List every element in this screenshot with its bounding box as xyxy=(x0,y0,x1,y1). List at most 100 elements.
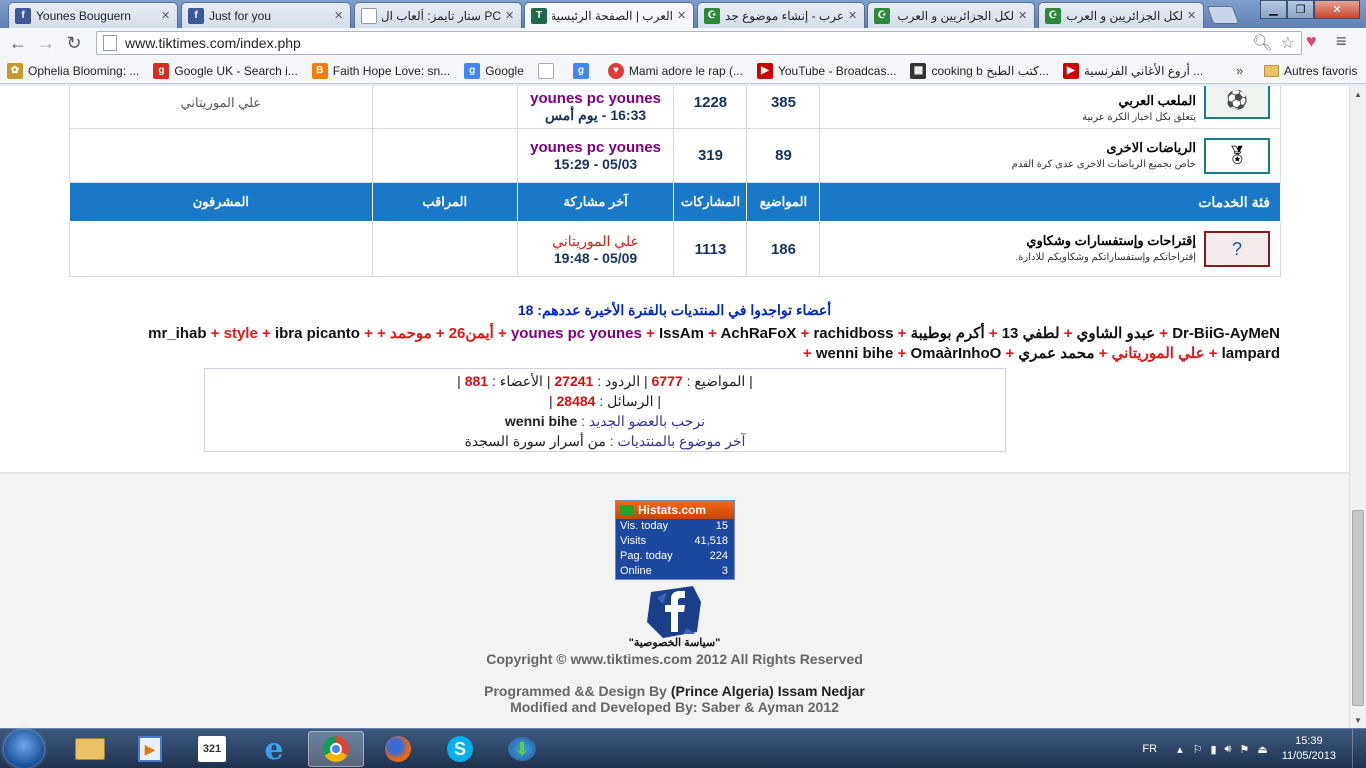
media-player-taskbar-button[interactable]: ▶ xyxy=(122,731,178,767)
other-bookmarks[interactable]: Autres favoris xyxy=(1264,58,1357,84)
member-link[interactable]: AchRaFoX xyxy=(721,325,797,342)
bookmark-youtube[interactable]: ▶ YouTube - Broadcas... xyxy=(750,62,904,79)
zoom-icon[interactable]: 🔍︎ xyxy=(1252,33,1272,53)
tab-startimes[interactable]: PC ستار تايمز: ألعاب ال ✕ xyxy=(354,2,522,28)
reload-button[interactable]: ↻ xyxy=(60,29,88,57)
member-link[interactable]: لطفي 13 xyxy=(1002,325,1060,342)
member-link[interactable]: IssAm xyxy=(659,325,704,342)
show-desktop-button[interactable] xyxy=(1352,729,1366,768)
forum-row[interactable]: ? إقتراحات وإستفسارات وشكاوي إقتراحاتكم و… xyxy=(69,221,1281,277)
member-link[interactable]: wenni bihe xyxy=(816,345,894,362)
last-post-date[interactable]: 05/03 - 15:29 xyxy=(518,156,674,172)
tray-arrow-icon[interactable]: ▴ xyxy=(1177,743,1183,756)
close-icon[interactable]: ✕ xyxy=(848,9,858,22)
chrome-taskbar-button[interactable] xyxy=(308,731,364,767)
download-manager-taskbar-button[interactable]: ⬇ xyxy=(494,731,550,767)
privacy-policy-link[interactable]: "سياسة الخصوصية" xyxy=(0,636,1349,649)
tab-title: Just for you xyxy=(209,8,272,23)
bookmark-french-songs[interactable]: ▶ أروع الأغاني الفرنسية ... xyxy=(1056,62,1210,79)
last-post-user[interactable]: younes pc younes xyxy=(518,139,674,156)
member-link[interactable]: OmaàrInhoO xyxy=(910,345,1001,362)
skype-taskbar-button[interactable]: S xyxy=(432,731,488,767)
tab-tiktimes-home[interactable]: T العرب | الصفحة الرئيسية ✕ xyxy=(524,2,694,28)
clock[interactable]: 15:39 11/05/2013 xyxy=(1282,734,1336,764)
histats-counter[interactable]: Histats.com Vis. today 15 Visits 41,518 Pa… xyxy=(615,500,735,580)
last-post-date[interactable]: 05/09 - 19:48 xyxy=(518,250,674,266)
tab-algerians-1[interactable]: ☪ لكل الجزائريين و العرب ✕ xyxy=(867,2,1035,28)
member-link[interactable]: ibra picanto xyxy=(275,325,360,342)
tab-younes-bouguern[interactable]: f Younes Bouguern ✕ xyxy=(8,2,178,28)
tab-just-for-you[interactable]: f Just for you ✕ xyxy=(181,2,351,28)
scroll-up-icon[interactable]: ▲ xyxy=(1350,86,1366,102)
bookmark-ophelia[interactable]: ✿ Ophelia Blooming: ... xyxy=(0,62,146,79)
bookmark-google[interactable]: g Google xyxy=(457,62,531,79)
last-post-user[interactable]: علي الموريتاني xyxy=(518,233,674,250)
facebook-icon: f xyxy=(188,7,204,24)
member-link[interactable]: أكرم بوطيبة xyxy=(911,325,985,342)
close-icon[interactable]: ✕ xyxy=(1018,9,1028,22)
close-icon[interactable]: ✕ xyxy=(161,9,171,22)
vertical-scrollbar[interactable]: ▲ ▼ xyxy=(1349,86,1366,728)
member-link[interactable]: Dr-BiiG-AyMeN xyxy=(1172,325,1280,342)
moderator xyxy=(371,128,518,183)
forward-button[interactable]: → xyxy=(32,29,60,57)
maximize-button[interactable]: ❐ xyxy=(1287,0,1314,19)
facebook-logo-icon[interactable] xyxy=(643,582,707,640)
explorer-taskbar-button[interactable] xyxy=(62,731,118,767)
heart-extension-icon[interactable]: ♥ xyxy=(1306,31,1317,52)
flag-icon[interactable]: ⚑ xyxy=(1239,743,1249,756)
last-topic-link[interactable]: من أسرار سورة السجدة xyxy=(465,433,606,449)
football-icon: ⚽ xyxy=(1204,86,1270,119)
window-close-button[interactable]: ✕ xyxy=(1314,0,1360,19)
bookmark-blank-page[interactable] xyxy=(531,62,566,79)
close-icon[interactable]: ✕ xyxy=(1187,9,1197,22)
bookmark-faith-hope[interactable]: B Faith Hope Love: sn... xyxy=(305,62,457,79)
forum-row[interactable]: ⚽ الملعب العربي يتعلق بكل اخبار الكرة عرب… xyxy=(69,86,1281,129)
member-link[interactable]: محمد عمري xyxy=(1018,345,1094,362)
address-bar[interactable]: www.tiktimes.com/index.php 🔍︎ ☆ xyxy=(96,31,1302,55)
bookmark-google-uk[interactable]: g Google UK - Search i... xyxy=(146,62,304,79)
newest-member-link[interactable]: wenni bihe xyxy=(505,413,577,429)
bookmark-mami[interactable]: ♥ Mami adore le rap (... xyxy=(601,62,750,79)
member-link[interactable]: mr_ihab xyxy=(148,325,206,342)
member-link[interactable]: موحمد xyxy=(390,325,432,342)
bookmark-cooking[interactable]: ▦ cooking b كتب الطبخ... xyxy=(903,62,1055,79)
member-link[interactable]: rachidboss xyxy=(813,325,893,342)
tab-new-topic[interactable]: ☪ عرب - إنشاء موضوع جديد ✕ xyxy=(697,2,865,28)
bookmark-label: Google xyxy=(485,63,524,78)
member-link[interactable]: younes pc younes xyxy=(511,325,642,342)
internet-explorer-taskbar-button[interactable]: e xyxy=(246,731,302,767)
last-post-user[interactable]: younes pc younes xyxy=(518,90,674,107)
volume-icon[interactable]: 🔊︎ xyxy=(1225,743,1232,756)
close-icon[interactable]: ✕ xyxy=(677,9,687,22)
media-classic-taskbar-button[interactable]: 321 xyxy=(184,731,240,767)
network-icon[interactable]: ▮ xyxy=(1210,743,1216,756)
bookmarks-more-button[interactable]: » xyxy=(1236,63,1243,78)
star-icon[interactable]: ☆ xyxy=(1281,33,1295,53)
close-icon[interactable]: ✕ xyxy=(334,9,344,22)
url-text[interactable]: www.tiktimes.com/index.php xyxy=(125,35,301,51)
member-link[interactable]: أيمن26 xyxy=(449,325,494,342)
bookmark-google-2[interactable]: g xyxy=(566,62,601,79)
close-icon[interactable]: ✕ xyxy=(505,9,515,22)
back-button[interactable]: ← xyxy=(4,29,32,57)
language-indicator[interactable]: FR xyxy=(1142,743,1157,755)
menu-icon[interactable]: ≡ xyxy=(1336,31,1347,52)
member-link[interactable]: lampard xyxy=(1222,345,1280,362)
tab-algerians-2[interactable]: ☪ لكل الجزائريين و العرب ✕ xyxy=(1038,2,1204,28)
last-post-date[interactable]: 16:33 - يوم أمس xyxy=(518,107,674,124)
member-link[interactable]: عبدو الشاوي xyxy=(1077,325,1155,342)
action-center-icon[interactable]: ⚐ xyxy=(1193,743,1203,756)
scroll-down-icon[interactable]: ▼ xyxy=(1350,712,1366,728)
usb-icon[interactable]: ⏏ xyxy=(1257,743,1267,756)
firefox-taskbar-button[interactable] xyxy=(370,731,426,767)
forum-row[interactable]: 🏅︎ الرياضات الاخرى خاص بجميع الرياضات الا… xyxy=(69,128,1281,183)
category-title[interactable]: فئة الخدمات xyxy=(819,182,1281,222)
supervisors[interactable]: علي الموريتاني xyxy=(69,86,373,129)
member-link[interactable]: style xyxy=(224,325,258,342)
member-link[interactable]: علي الموريتاني xyxy=(1112,345,1205,362)
new-tab-button[interactable] xyxy=(1206,6,1240,24)
minimize-button[interactable]: ▁ xyxy=(1260,0,1287,19)
start-button[interactable] xyxy=(4,730,44,768)
scrollbar-thumb[interactable] xyxy=(1352,510,1364,706)
